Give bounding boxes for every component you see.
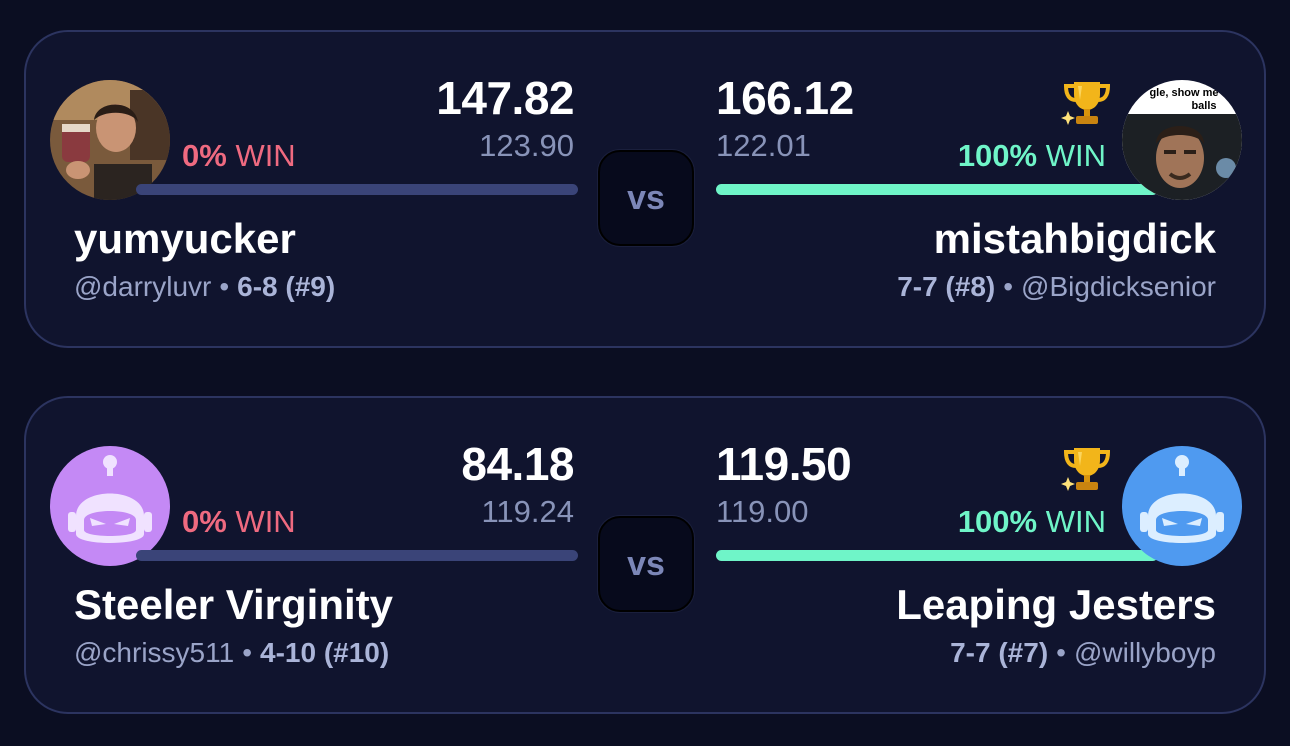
meme-photo-icon: gle, show me balls: [1122, 80, 1242, 200]
team-avatar-mistahbigdick[interactable]: gle, show me balls: [1122, 80, 1242, 200]
robot-avatar-icon: [50, 446, 170, 566]
win-probability: 0% WIN: [182, 138, 296, 174]
team-owner-info: 7-7 (#7) • @willyboyp: [950, 636, 1216, 670]
owner-handle[interactable]: @chrissy511: [74, 637, 234, 668]
team-name[interactable]: Steeler Virginity: [74, 580, 393, 630]
team-score: 84.18: [461, 438, 574, 490]
team-avatar-steeler-virginity[interactable]: [50, 446, 170, 566]
win-probability-bar: [136, 184, 578, 195]
separator-dot: •: [219, 271, 230, 302]
projected-score: 123.90: [479, 128, 574, 163]
robot-avatar-icon: [1122, 446, 1242, 566]
meme-caption: balls: [1191, 100, 1216, 112]
trophy-icon: [1060, 446, 1110, 493]
team-record: 4-10 (#10): [260, 637, 390, 668]
projected-score: 119.00: [716, 494, 809, 529]
win-probability: 0% WIN: [182, 504, 296, 540]
matchup-card-2[interactable]: 84.18 119.24 0% WIN vs 119.50 119.00 100…: [24, 396, 1266, 714]
owner-handle[interactable]: @willyboyp: [1074, 637, 1216, 668]
win-label: WIN: [235, 504, 296, 539]
win-percent-value: 0%: [182, 504, 227, 539]
team-owner-info: 7-7 (#8) • @Bigdicksenior: [897, 270, 1216, 304]
trophy-icon: [1060, 80, 1110, 127]
owner-handle[interactable]: @darryluvr: [74, 271, 211, 302]
vs-badge: vs: [598, 516, 694, 612]
meme-caption: gle, show me: [1149, 87, 1218, 99]
win-probability-bar: [136, 550, 578, 561]
owner-handle[interactable]: @Bigdicksenior: [1021, 271, 1216, 302]
separator-dot: •: [1003, 271, 1014, 302]
win-percent-value: 100%: [957, 138, 1038, 173]
team-name[interactable]: yumyucker: [74, 214, 296, 264]
separator-dot: •: [1056, 637, 1066, 668]
win-probability-bar: [716, 184, 1158, 195]
matchup-card-1[interactable]: 147.82 123.90 0% WIN vs 166.12 122.01 10…: [24, 30, 1266, 348]
team-record: 7-7 (#7): [950, 637, 1049, 668]
team-owner-info: @chrissy511 • 4-10 (#10): [74, 636, 389, 670]
vs-badge: vs: [598, 150, 694, 246]
team-owner-info: @darryluvr • 6-8 (#9): [74, 270, 335, 304]
team-record: 6-8 (#9): [237, 271, 336, 302]
team-score: 166.12: [716, 72, 854, 124]
person-photo-icon: [50, 80, 170, 200]
team-name[interactable]: mistahbigdick: [934, 214, 1216, 264]
team-avatar-leaping-jesters[interactable]: [1122, 446, 1242, 566]
win-probability: 100% WIN: [958, 504, 1106, 540]
win-label: WIN: [1045, 504, 1106, 539]
win-percent-value: 100%: [957, 504, 1038, 539]
win-label: WIN: [235, 138, 296, 173]
projected-score: 119.24: [481, 494, 574, 529]
team-avatar-yumyucker[interactable]: [50, 80, 170, 200]
team-name[interactable]: Leaping Jesters: [896, 580, 1216, 630]
win-probability: 100% WIN: [958, 138, 1106, 174]
team-score: 147.82: [436, 72, 574, 124]
team-score: 119.50: [716, 438, 852, 490]
team-record: 7-7 (#8): [897, 271, 996, 302]
win-label: WIN: [1045, 138, 1106, 173]
projected-score: 122.01: [716, 128, 811, 163]
win-percent-value: 0%: [182, 138, 227, 173]
separator-dot: •: [242, 637, 252, 668]
win-probability-bar: [716, 550, 1158, 561]
